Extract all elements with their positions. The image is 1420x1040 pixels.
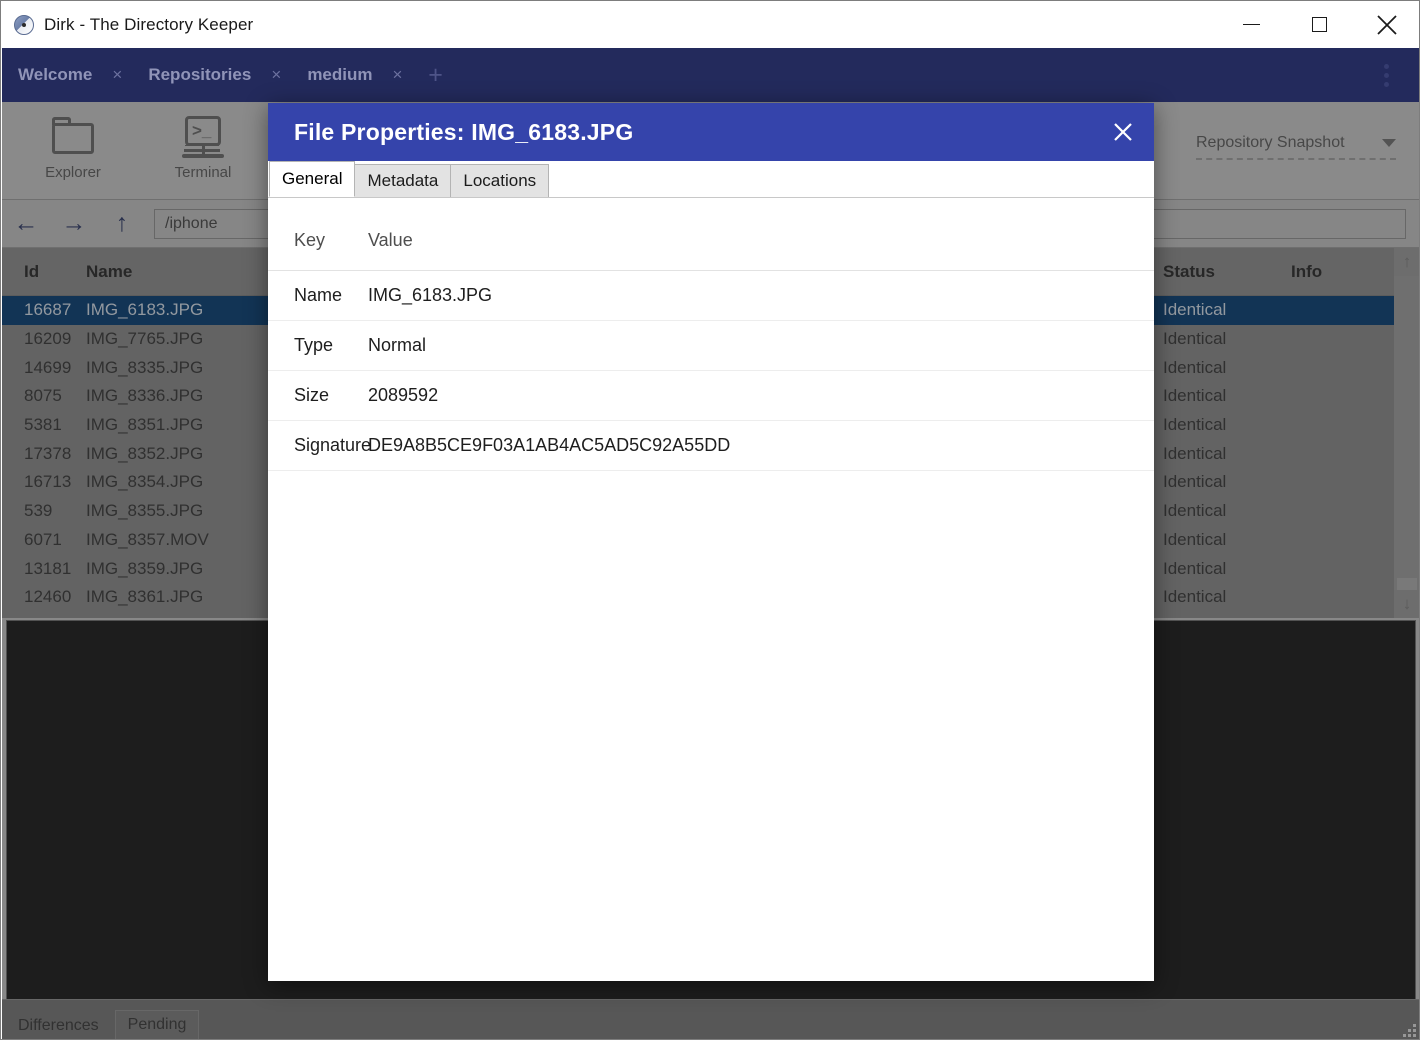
ribbon-item-terminal[interactable]: >_ Terminal [138, 112, 268, 181]
window-titlebar: Dirk - The Directory Keeper [1, 1, 1419, 48]
close-icon [1114, 123, 1132, 141]
cell-id: 16687 [24, 300, 72, 320]
property-value: Normal [368, 335, 427, 355]
cell-status: Identical [1163, 300, 1227, 320]
nav-up-button[interactable]: ↑ [98, 211, 146, 236]
tab-locations[interactable]: Locations [450, 164, 550, 197]
folder-icon [8, 112, 138, 164]
cell-id: 6071 [24, 529, 62, 549]
cell-id: 14699 [24, 357, 72, 377]
file-properties-dialog: File Properties: IMG_6183.JPG General Me… [268, 103, 1154, 981]
maximize-icon [1311, 17, 1327, 32]
property-value: IMG_6183.JPG [368, 285, 493, 305]
cell-id: 5381 [24, 415, 62, 435]
resize-grip[interactable] [1400, 1021, 1416, 1037]
property-row[interactable]: Name IMG_6183.JPG [268, 271, 1154, 321]
kebab-menu-icon[interactable] [1374, 61, 1398, 89]
minimize-button[interactable] [1217, 1, 1285, 48]
bottom-tab-differences[interactable]: Differences [6, 1012, 111, 1039]
column-header-id[interactable]: Id [2, 262, 78, 282]
cell-status: Identical [1163, 386, 1227, 406]
cell-status: Identical [1163, 558, 1227, 578]
cell-status: Identical [1163, 587, 1227, 607]
chevron-down-icon [1382, 139, 1396, 147]
new-tab-button[interactable]: + [423, 62, 449, 88]
close-button[interactable] [1353, 1, 1419, 48]
window-title: Dirk - The Directory Keeper [44, 14, 254, 34]
tab-label: medium [307, 65, 373, 84]
close-icon [1377, 14, 1397, 35]
tab-metadata[interactable]: Metadata [354, 164, 452, 197]
cell-id: 16713 [24, 472, 72, 492]
dialog-content: Key Value Name IMG_6183.JPG Type Normal Size… [268, 198, 1154, 981]
column-header-value: Value [368, 229, 413, 250]
property-row[interactable]: Size 2089592 [268, 371, 1154, 421]
cell-id: 539 [24, 501, 53, 521]
cell-status: Identical [1163, 329, 1227, 349]
property-row[interactable]: Type Normal [268, 321, 1154, 371]
application-window: Dirk - The Directory Keeper Welcome × Re… [0, 0, 1420, 1040]
tab-label: Repositories [148, 65, 252, 84]
property-table-header: Key Value [268, 198, 1154, 271]
repository-snapshot-label: Repository Snapshot [1196, 134, 1345, 151]
dialog-tab-bar: General Metadata Locations [268, 161, 1154, 198]
column-header-status[interactable]: Status [1163, 262, 1291, 282]
property-value: DE9A8B5CE9F03A1AB4AC5AD5C92A55DD [368, 435, 731, 455]
dialog-title: File Properties: IMG_6183.JPG [294, 118, 634, 145]
bottom-tab-pending[interactable]: Pending [114, 1010, 200, 1039]
scroll-down-button[interactable]: ↓ [1394, 590, 1419, 618]
file-table-scrollbar[interactable]: ↑ ↓ [1394, 248, 1419, 618]
column-header-info[interactable]: Info [1291, 262, 1391, 282]
cell-id: 12460 [24, 587, 72, 607]
tab-medium[interactable]: medium × [291, 48, 412, 102]
cell-status: Identical [1163, 415, 1227, 435]
tab-repositories[interactable]: Repositories × [132, 48, 291, 102]
dialog-titlebar: File Properties: IMG_6183.JPG [268, 103, 1154, 161]
cell-id: 13181 [24, 558, 72, 578]
cell-status: Identical [1163, 529, 1227, 549]
minimize-icon [1242, 23, 1260, 26]
cell-status: Identical [1163, 443, 1227, 463]
repository-snapshot-dropdown[interactable]: Repository Snapshot [1196, 134, 1396, 160]
tab-close-icon[interactable]: × [267, 65, 285, 85]
property-key: Signature [294, 435, 372, 455]
tab-close-icon[interactable]: × [108, 65, 126, 85]
tab-strip: Welcome × Repositories × medium × + [2, 48, 1419, 102]
property-value: 2089592 [368, 385, 439, 405]
tab-welcome[interactable]: Welcome × [2, 48, 132, 102]
nav-forward-button[interactable]: → [50, 211, 98, 236]
tab-general[interactable]: General [269, 161, 356, 197]
cell-id: 17378 [24, 443, 72, 463]
dialog-close-button[interactable] [1092, 103, 1154, 161]
ribbon-item-label: Explorer [45, 164, 101, 181]
disc-icon [14, 14, 34, 35]
window-controls [1217, 1, 1419, 48]
property-row[interactable]: Signature DE9A8B5CE9F03A1AB4AC5AD5C92A55D… [268, 421, 1154, 471]
ribbon-item-label: Terminal [174, 164, 232, 181]
terminal-icon: >_ [138, 112, 268, 164]
cell-status: Identical [1163, 501, 1227, 521]
nav-back-button[interactable]: ← [2, 211, 50, 236]
bottom-tab-bar: Differences Pending [2, 999, 1419, 1039]
maximize-button[interactable] [1285, 1, 1353, 48]
cell-id: 16209 [24, 329, 72, 349]
property-key: Size [294, 385, 330, 405]
property-table-body: Name IMG_6183.JPG Type Normal Size 2089592 Sig… [268, 271, 1154, 471]
property-key: Name [294, 285, 343, 305]
cell-status: Identical [1163, 357, 1227, 377]
property-key: Type [294, 335, 334, 355]
scroll-up-button[interactable]: ↑ [1394, 248, 1419, 276]
tab-close-icon[interactable]: × [389, 65, 407, 85]
cell-id: 8075 [24, 386, 62, 406]
ribbon-item-explorer[interactable]: Explorer [8, 112, 138, 181]
tab-label: Welcome [18, 65, 93, 84]
cell-status: Identical [1163, 472, 1227, 492]
column-header-key: Key [294, 229, 326, 250]
